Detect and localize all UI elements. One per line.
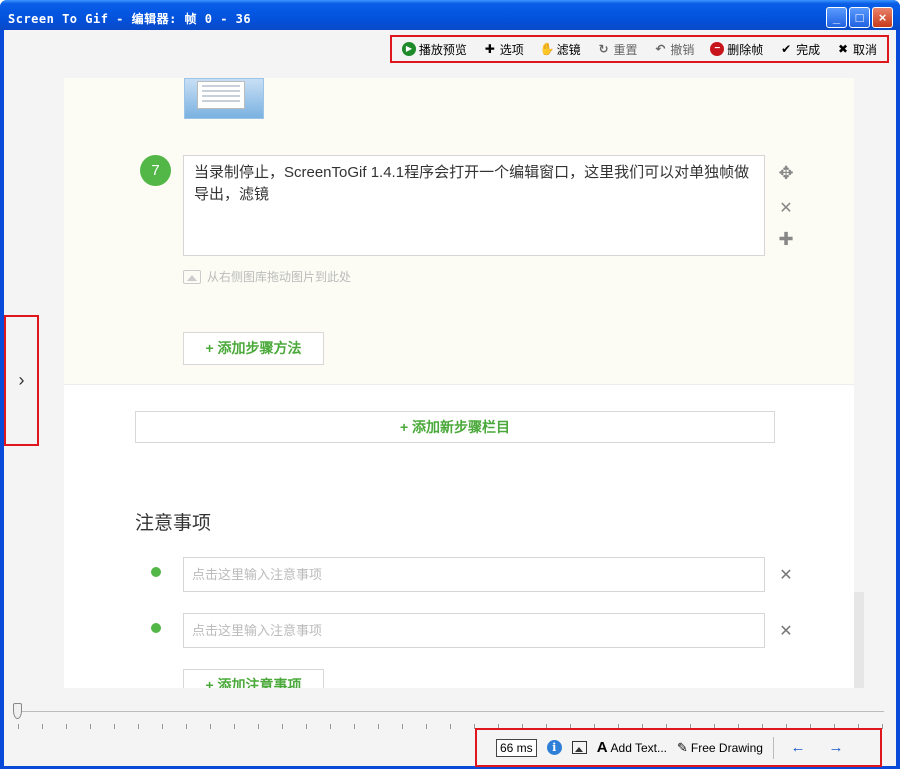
play-preview-label: 播放预览 <box>418 42 467 57</box>
done-button[interactable]: ✔ 完成 <box>779 41 820 58</box>
add-text-button[interactable]: A Add Text... <box>597 739 667 756</box>
minimize-button[interactable]: _ <box>826 7 847 28</box>
image-icon[interactable] <box>571 741 587 754</box>
add-note-button[interactable]: + 添加注意事项 <box>183 669 324 688</box>
text-icon: A <box>596 739 608 756</box>
remove-step-icon[interactable]: ✕ <box>776 198 796 218</box>
frame-preview: 7 当录制停止，ScreenToGif 1.4.1程序会打开一个编辑窗口，这里我… <box>64 78 854 688</box>
undo-button[interactable]: ↶ 撤销 <box>653 41 694 58</box>
add-text-label: Add Text... <box>610 740 668 755</box>
delete-icon: − <box>710 42 725 56</box>
content-scrollbar[interactable] <box>854 592 864 688</box>
image-drop-zone[interactable]: 从右侧图库拖动图片到此处 <box>183 268 351 285</box>
minimize-icon: _ <box>832 10 841 25</box>
play-icon: ▶ <box>401 42 416 56</box>
undo-icon: ↶ <box>655 42 666 56</box>
close-button[interactable]: × <box>872 7 893 28</box>
toolbar-divider <box>772 736 774 759</box>
remove-note-icon[interactable]: ✕ <box>776 565 796 585</box>
note-input-1[interactable]: 点击这里输入注意事项 <box>183 557 765 592</box>
cancel-button[interactable]: ✖ 取消 <box>836 41 877 58</box>
timeline-slider-thumb[interactable] <box>13 703 22 719</box>
cancel-label: 取消 <box>853 42 878 57</box>
options-button[interactable]: ✚ 选项 <box>483 41 524 58</box>
check-icon: ✔ <box>781 42 792 56</box>
sidebar-expand-button[interactable]: › <box>4 315 39 446</box>
maximize-icon: □ <box>855 10 864 25</box>
close-icon: × <box>878 10 887 25</box>
notes-title: 注意事项 <box>135 513 212 534</box>
maximize-button[interactable]: □ <box>849 7 870 28</box>
step-text-editor[interactable]: 当录制停止，ScreenToGif 1.4.1程序会打开一个编辑窗口，这里我们可… <box>183 155 765 256</box>
note-bullet <box>151 623 161 633</box>
note-bullet <box>151 567 161 577</box>
done-label: 完成 <box>796 42 821 57</box>
pencil-icon: ✎ <box>677 739 688 755</box>
step-image-thumbnail[interactable] <box>184 78 264 119</box>
filters-label: 滤镜 <box>556 42 581 57</box>
editor-toolbar: ▶ 播放预览 ✚ 选项 ✋ 滤镜 ↻ 重置 ↶ 撤销 − 删除帧 ✔ 完成 ✖ … <box>390 35 889 63</box>
step-block: 7 当录制停止，ScreenToGif 1.4.1程序会打开一个编辑窗口，这里我… <box>64 78 854 385</box>
play-preview-button[interactable]: ▶ 播放预览 <box>401 41 467 58</box>
delete-frame-button[interactable]: − 删除帧 <box>710 41 763 58</box>
step-number-badge: 7 <box>140 155 171 186</box>
timeline-track <box>18 711 884 712</box>
image-icon <box>183 269 201 284</box>
filters-button[interactable]: ✋ 滤镜 <box>540 41 581 58</box>
chevron-right-icon: › <box>18 370 25 390</box>
reset-label: 重置 <box>613 42 638 57</box>
frame-delay-field[interactable]: 66 ms <box>496 738 537 757</box>
drop-hint-text: 从右侧图库拖动图片到此处 <box>207 270 352 284</box>
hand-icon: ✋ <box>539 42 555 56</box>
move-icon[interactable]: ✥ <box>776 163 796 184</box>
next-frame-arrow-icon[interactable]: → <box>822 739 850 756</box>
free-drawing-button[interactable]: ✎ Free Drawing <box>677 740 763 756</box>
free-drawing-label: Free Drawing <box>690 740 763 755</box>
reset-button[interactable]: ↻ 重置 <box>597 41 638 58</box>
thumbnail-document <box>197 81 245 109</box>
delete-frame-label: 删除帧 <box>727 42 764 57</box>
note-input-2[interactable]: 点击这里输入注意事项 <box>183 613 765 648</box>
remove-note-icon[interactable]: ✕ <box>776 621 796 641</box>
reset-icon: ↻ <box>598 42 609 56</box>
cancel-icon: ✖ <box>838 42 849 56</box>
add-method-button[interactable]: + 添加步骤方法 <box>183 332 324 365</box>
plus-icon: ✚ <box>484 42 495 56</box>
title-bar[interactable]: Screen To Gif - 编辑器: 帧 0 - 36 _ □ × <box>0 0 900 30</box>
previous-frame-arrow-icon[interactable]: ← <box>784 739 812 756</box>
info-icon[interactable]: i <box>546 740 562 755</box>
add-step-icon[interactable]: ✚ <box>776 229 796 250</box>
undo-label: 撤销 <box>670 42 695 57</box>
bottom-toolbar: 66 ms i A Add Text... ✎ Free Drawing ← → <box>475 728 882 767</box>
options-label: 选项 <box>499 42 524 57</box>
window-title: Screen To Gif - 编辑器: 帧 0 - 36 <box>8 12 252 26</box>
add-section-button[interactable]: + 添加新步骤栏目 <box>135 411 775 443</box>
